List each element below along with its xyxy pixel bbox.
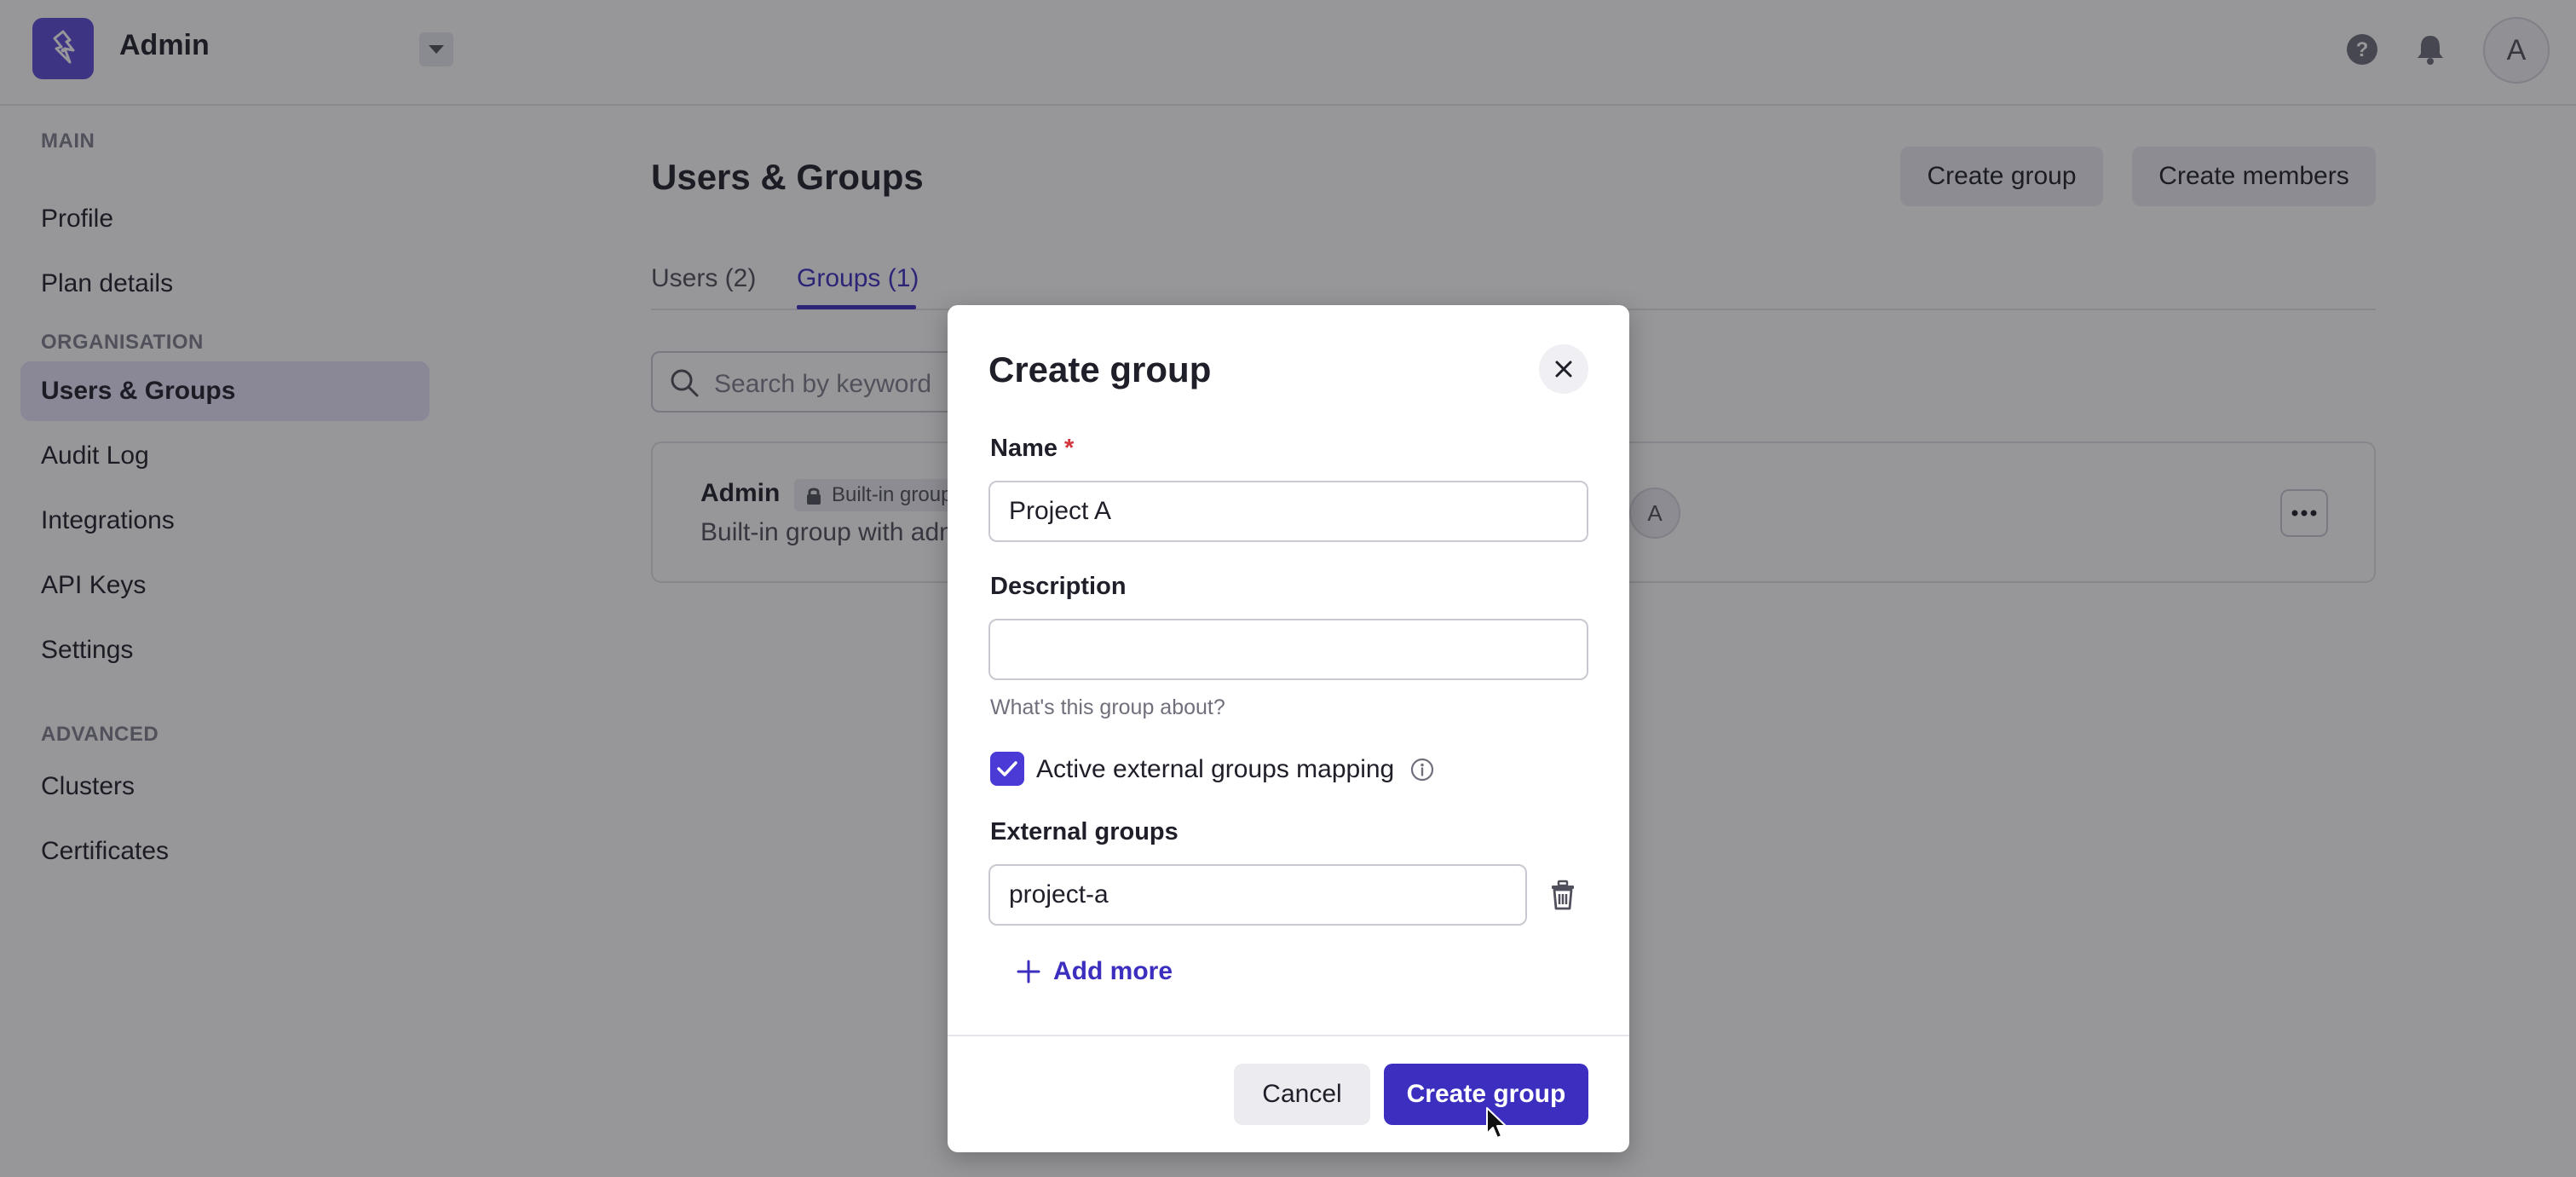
description-input[interactable] <box>988 619 1588 680</box>
name-input[interactable]: Project A <box>988 481 1588 542</box>
description-label: Description <box>990 573 1127 600</box>
external-groups-label: External groups <box>990 818 1179 845</box>
checkmark-icon <box>997 761 1017 776</box>
close-icon <box>1555 361 1572 378</box>
close-button[interactable] <box>1539 344 1588 394</box>
plus-icon <box>1017 960 1040 984</box>
mapping-label[interactable]: Active external groups mapping <box>1036 755 1394 784</box>
add-more-button[interactable]: Add more <box>1016 953 1173 990</box>
required-marker: * <box>1064 435 1075 462</box>
cancel-button[interactable]: Cancel <box>1234 1064 1370 1125</box>
create-group-modal: Create group Name * Project A Description… <box>948 305 1629 1152</box>
mouse-cursor-icon <box>1486 1107 1507 1139</box>
name-label: Name * <box>990 435 1075 462</box>
external-group-input[interactable]: project-a <box>988 864 1527 926</box>
modal-title: Create group <box>988 349 1212 389</box>
add-more-label: Add more <box>1053 957 1173 985</box>
modal-footer-divider <box>948 1035 1629 1036</box>
trash-icon[interactable] <box>1544 876 1582 914</box>
description-hint: What's this group about? <box>990 695 1225 719</box>
mapping-checkbox[interactable] <box>990 752 1024 786</box>
info-icon[interactable] <box>1409 757 1435 782</box>
